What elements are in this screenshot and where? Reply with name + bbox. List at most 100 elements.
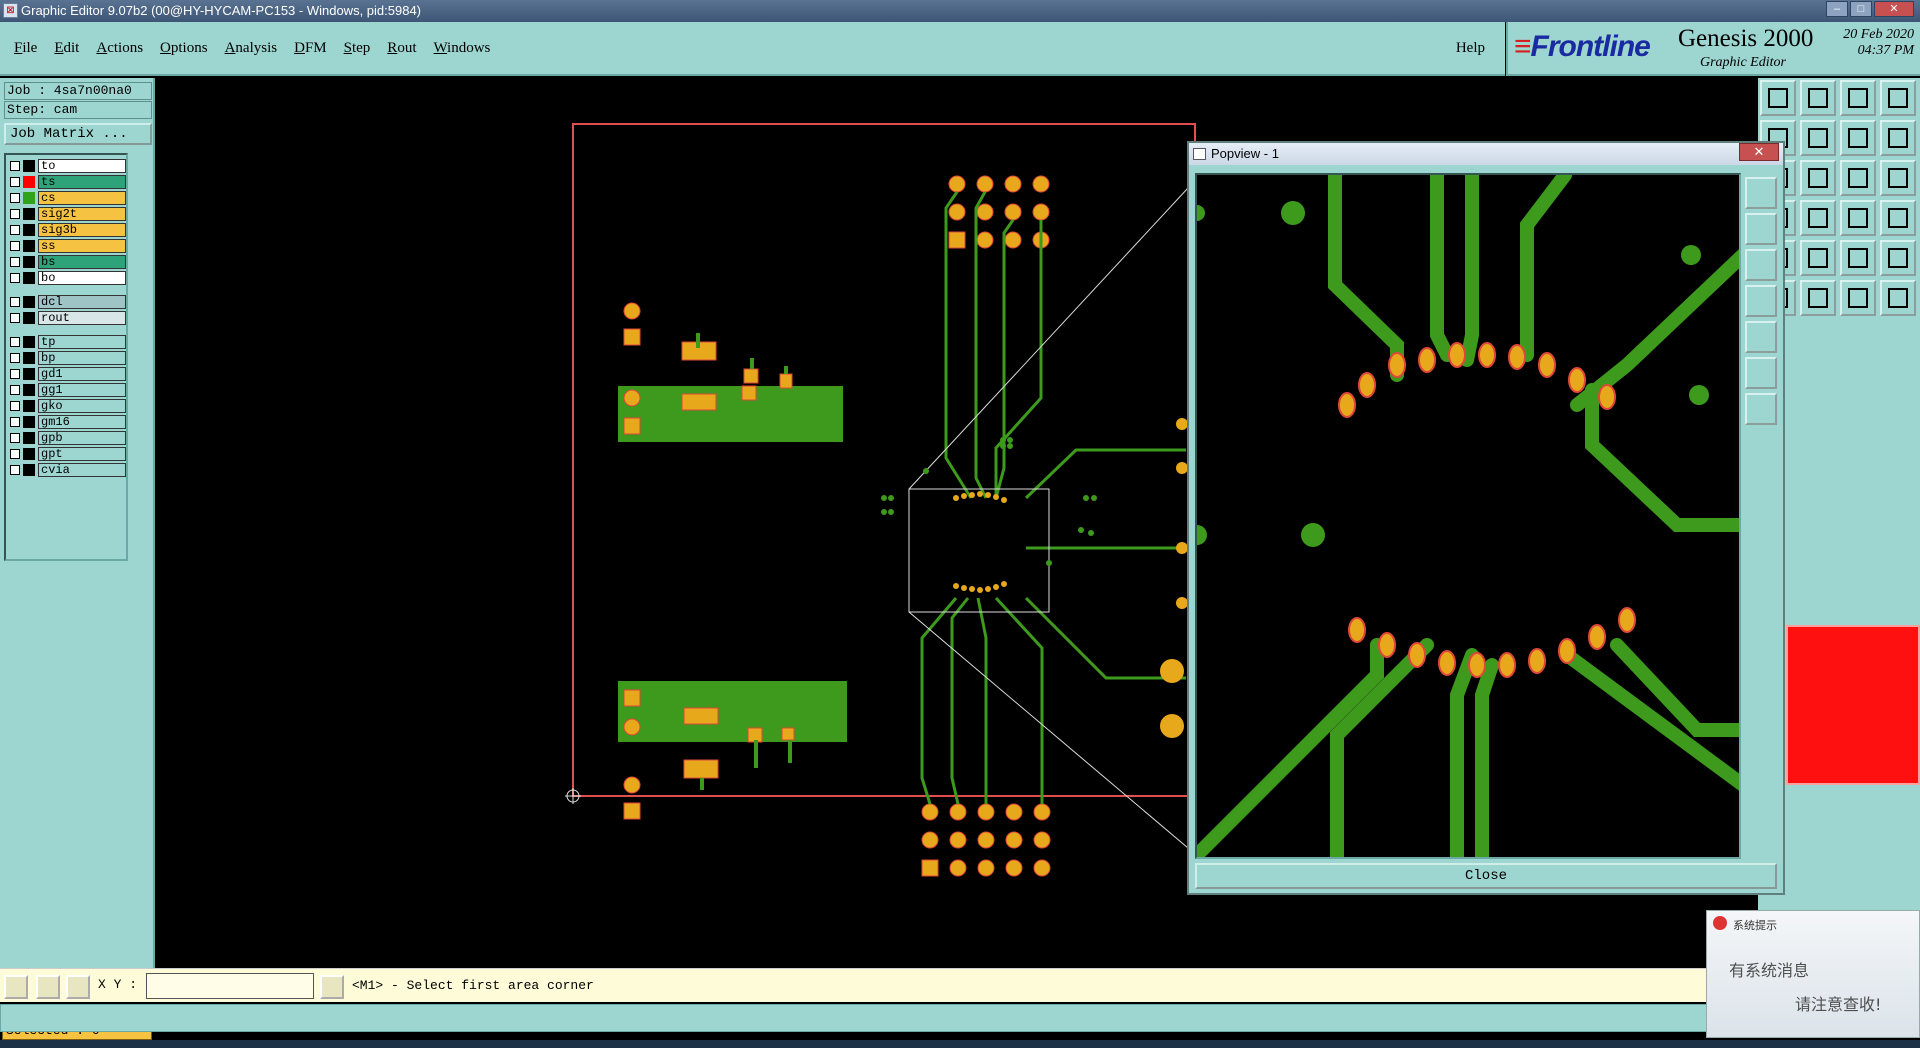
- popview-tool-icon[interactable]: [1745, 285, 1777, 317]
- system-notification[interactable]: 系统提示 有系统消息 请注意查收!: [1706, 910, 1920, 1038]
- menu-analysis[interactable]: Analysis: [225, 40, 278, 57]
- menu-edit[interactable]: Edit: [54, 40, 79, 57]
- layer-name[interactable]: bo: [38, 271, 126, 285]
- home-icon[interactable]: [1840, 80, 1876, 116]
- layer-checkbox[interactable]: [10, 369, 20, 379]
- layer-row-gpb[interactable]: gpb: [10, 431, 126, 445]
- zoom-out-icon[interactable]: [1800, 120, 1836, 156]
- layer-checkbox[interactable]: [10, 465, 20, 475]
- popview-canvas[interactable]: [1195, 173, 1741, 859]
- layer-checkbox[interactable]: [10, 449, 20, 459]
- layer-row-rout[interactable]: rout: [10, 311, 126, 325]
- menu-windows[interactable]: Windows: [433, 40, 490, 57]
- layer-row-cs[interactable]: cs: [10, 191, 126, 205]
- layer-name[interactable]: cs: [38, 191, 126, 205]
- measure-icon[interactable]: [1840, 160, 1876, 196]
- layer-checkbox[interactable]: [10, 353, 20, 363]
- arc-icon[interactable]: [1800, 240, 1836, 276]
- layer-name[interactable]: to: [38, 159, 126, 173]
- layer-checkbox[interactable]: [10, 313, 20, 323]
- menu-dfm[interactable]: DFM: [294, 40, 327, 57]
- layer-row-bs[interactable]: bs: [10, 255, 126, 269]
- menu-options[interactable]: Options: [160, 40, 208, 57]
- layer-name[interactable]: bs: [38, 255, 126, 269]
- minimize-button[interactable]: –: [1826, 1, 1848, 17]
- layer-checkbox[interactable]: [10, 297, 20, 307]
- layer-checkbox[interactable]: [10, 337, 20, 347]
- xy-input[interactable]: [146, 973, 314, 999]
- menu-step[interactable]: Step: [344, 40, 371, 57]
- popview-tool-icon[interactable]: [1745, 393, 1777, 425]
- info-icon[interactable]: [320, 975, 344, 999]
- grid-mode-icon[interactable]: [66, 975, 90, 999]
- layer-row-gg1[interactable]: gg1: [10, 383, 126, 397]
- popview-close-x[interactable]: ✕: [1739, 143, 1779, 161]
- move-icon[interactable]: [1800, 200, 1836, 236]
- layer-name[interactable]: ts: [38, 175, 126, 189]
- cursor-icon[interactable]: [1880, 280, 1916, 316]
- layer-down-icon[interactable]: [1800, 80, 1836, 116]
- triangle-icon[interactable]: [1840, 280, 1876, 316]
- align-icon[interactable]: [1880, 200, 1916, 236]
- layer-row-to[interactable]: to: [10, 159, 126, 173]
- layer-row-gko[interactable]: gko: [10, 399, 126, 413]
- layer-name[interactable]: gm16: [38, 415, 126, 429]
- layer-checkbox[interactable]: [10, 241, 20, 251]
- layer-name[interactable]: cvia: [38, 463, 126, 477]
- popview-tool-icon[interactable]: [1745, 321, 1777, 353]
- popview-tool-icon[interactable]: [1745, 249, 1777, 281]
- popview-close-button[interactable]: Close: [1195, 863, 1777, 889]
- layer-checkbox[interactable]: [10, 161, 20, 171]
- layer-name[interactable]: bp: [38, 351, 126, 365]
- menu-help[interactable]: Help: [1456, 40, 1485, 57]
- layer-row-gm16[interactable]: gm16: [10, 415, 126, 429]
- layer-checkbox[interactable]: [10, 417, 20, 427]
- layer-row-dcl[interactable]: dcl: [10, 295, 126, 309]
- layer-name[interactable]: gpt: [38, 447, 126, 461]
- layer-checkbox[interactable]: [10, 193, 20, 203]
- layer-name[interactable]: dcl: [38, 295, 126, 309]
- area-select-icon[interactable]: [4, 975, 28, 999]
- layer-row-sig3b[interactable]: sig3b: [10, 223, 126, 237]
- popview-tool-icon[interactable]: [1745, 357, 1777, 389]
- rotate-icon[interactable]: [1840, 200, 1876, 236]
- layer-checkbox[interactable]: [10, 209, 20, 219]
- layer-row-gpt[interactable]: gpt: [10, 447, 126, 461]
- layer-row-ss[interactable]: ss: [10, 239, 126, 253]
- job-matrix-button[interactable]: Job Matrix ...: [4, 123, 152, 145]
- layer-up-icon[interactable]: [1760, 80, 1796, 116]
- layer-name[interactable]: rout: [38, 311, 126, 325]
- layer-name[interactable]: sig3b: [38, 223, 126, 237]
- layer-row-tp[interactable]: tp: [10, 335, 126, 349]
- layer-name[interactable]: gko: [38, 399, 126, 413]
- layer-checkbox[interactable]: [10, 225, 20, 235]
- layer-checkbox[interactable]: [10, 177, 20, 187]
- layer-checkbox[interactable]: [10, 433, 20, 443]
- layout-icon[interactable]: [1880, 80, 1916, 116]
- pad-icon[interactable]: [1880, 240, 1916, 276]
- layer-name[interactable]: gd1: [38, 367, 126, 381]
- maximize-button[interactable]: □: [1850, 1, 1872, 17]
- help-icon[interactable]: [1880, 120, 1916, 156]
- layer-name[interactable]: tp: [38, 335, 126, 349]
- layer-checkbox[interactable]: [10, 273, 20, 283]
- layer-row-bp[interactable]: bp: [10, 351, 126, 365]
- layer-row-cvia[interactable]: cvia: [10, 463, 126, 477]
- close-window-button[interactable]: ✕: [1874, 1, 1914, 17]
- layer-name[interactable]: gg1: [38, 383, 126, 397]
- layer-checkbox[interactable]: [10, 257, 20, 267]
- layer-checkbox[interactable]: [10, 401, 20, 411]
- layer-row-gd1[interactable]: gd1: [10, 367, 126, 381]
- menu-actions[interactable]: Actions: [96, 40, 143, 57]
- popview-tool-icon[interactable]: [1745, 213, 1777, 245]
- menu-file[interactable]: File: [14, 40, 37, 57]
- layer-checkbox[interactable]: [10, 385, 20, 395]
- fit-icon[interactable]: [1840, 120, 1876, 156]
- copy-icon[interactable]: [1840, 240, 1876, 276]
- snap-mode-icon[interactable]: [36, 975, 60, 999]
- shape-icon[interactable]: [1800, 280, 1836, 316]
- ruler-icon[interactable]: [1880, 160, 1916, 196]
- layer-name[interactable]: sig2t: [38, 207, 126, 221]
- layer-row-bo[interactable]: bo: [10, 271, 126, 285]
- layer-row-sig2t[interactable]: sig2t: [10, 207, 126, 221]
